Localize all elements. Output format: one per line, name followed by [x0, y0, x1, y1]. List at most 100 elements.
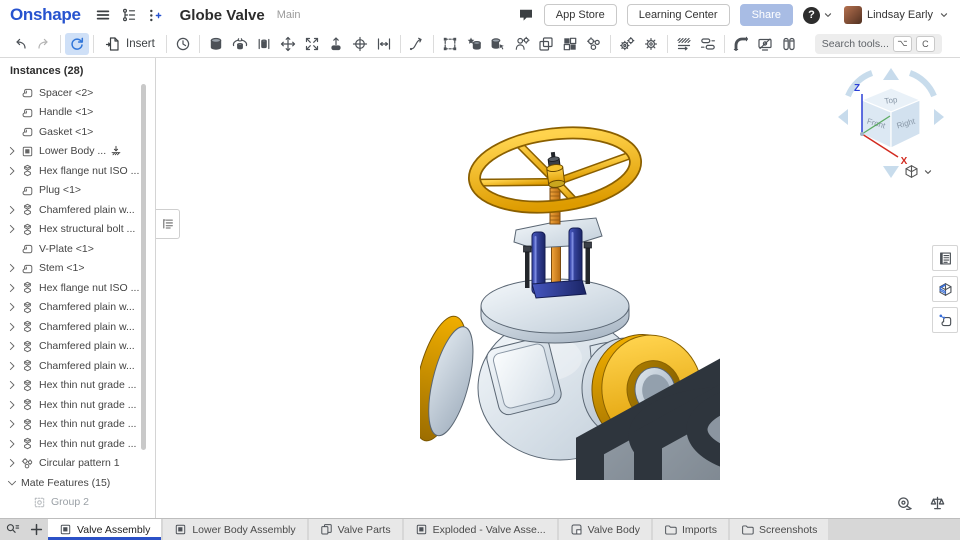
bom-panel-button[interactable] — [932, 245, 958, 271]
chevron-down-icon[interactable] — [6, 477, 21, 489]
viewcube-arrow-down[interactable] — [883, 166, 899, 178]
chevron-right-icon[interactable] — [6, 223, 21, 235]
graphics-viewport[interactable]: Top Front Right Z X — [157, 58, 960, 518]
instance-row[interactable]: Spacer <2> — [0, 83, 155, 103]
toolbar-cylinder-button[interactable] — [204, 33, 228, 55]
toolbar-stack-button[interactable] — [534, 33, 558, 55]
instance-row[interactable]: Hex structural bolt ... — [0, 220, 155, 240]
tab-exploded-valve-asse[interactable]: Exploded - Valve Asse... — [404, 519, 557, 540]
toolbar-gear-pair-button[interactable] — [615, 33, 639, 55]
chevron-right-icon[interactable] — [6, 399, 21, 411]
toolbar-spring-button[interactable] — [672, 33, 696, 55]
add-tab-button[interactable] — [24, 519, 48, 540]
instance-row[interactable]: Hex flange nut ISO ... — [0, 161, 155, 181]
globe-valve-model[interactable] — [420, 100, 720, 480]
instance-row[interactable]: V-Plate <1> — [0, 239, 155, 259]
help-button[interactable]: ? — [803, 7, 820, 24]
toolbar-box-select-button[interactable] — [438, 33, 462, 55]
viewcube-arrow-left[interactable] — [838, 109, 848, 125]
search-tools-field[interactable]: Search tools... ⌥ C — [815, 34, 942, 54]
instance-row[interactable]: Circular pattern 1 — [0, 454, 155, 474]
toolbar-tube-button[interactable] — [729, 33, 753, 55]
toolbar-star-cylinder-button[interactable] — [462, 33, 486, 55]
instance-row[interactable]: Handle <1> — [0, 103, 155, 123]
chevron-right-icon[interactable] — [6, 204, 21, 216]
instance-row[interactable]: Chamfered plain w... — [0, 200, 155, 220]
instance-row[interactable]: Gasket <1> — [0, 122, 155, 142]
chevron-right-icon[interactable] — [6, 321, 21, 333]
chevron-right-icon[interactable] — [6, 340, 21, 352]
handwheel[interactable] — [470, 124, 640, 215]
scales-button[interactable] — [929, 495, 946, 512]
cube-grid-panel-button[interactable] — [932, 276, 958, 302]
toolbar-curve-button[interactable] — [405, 33, 429, 55]
chevron-right-icon[interactable] — [6, 360, 21, 372]
insert-button[interactable]: Insert — [98, 33, 162, 55]
chevron-right-icon[interactable] — [6, 301, 21, 313]
hamburger-menu-icon[interactable] — [95, 7, 111, 23]
instance-row[interactable]: Hex thin nut grade ... — [0, 415, 155, 435]
tree-panel-toggle[interactable] — [156, 209, 180, 239]
instance-row[interactable]: Hex thin nut grade ... — [0, 434, 155, 454]
tab-valve-body[interactable]: Valve Body — [559, 519, 651, 540]
help-caret-icon[interactable] — [822, 9, 834, 21]
app-store-button[interactable]: App Store — [544, 4, 617, 26]
tab-manager-button[interactable] — [0, 519, 24, 540]
workspace-name[interactable]: Main — [277, 9, 301, 21]
document-title[interactable]: Globe Valve — [180, 7, 265, 24]
chevron-right-icon[interactable] — [6, 145, 21, 157]
toolbar-width-button[interactable] — [372, 33, 396, 55]
toolbar-display-button[interactable] — [753, 33, 777, 55]
chevron-right-icon[interactable] — [6, 379, 21, 391]
onshape-logo[interactable]: Onshape — [10, 5, 81, 25]
part-connector-panel-button[interactable] — [932, 307, 958, 333]
share-button[interactable]: Share — [740, 4, 793, 26]
instance-row[interactable]: Stem <1> — [0, 259, 155, 279]
toolbar-target-button[interactable] — [348, 33, 372, 55]
chevron-right-icon[interactable] — [6, 282, 21, 294]
toolbar-gear-star-button[interactable] — [639, 33, 663, 55]
versions-icon[interactable] — [121, 7, 137, 23]
instance-row[interactable]: Chamfered plain w... — [0, 356, 155, 376]
toolbar-pin-cylinder-button[interactable] — [252, 33, 276, 55]
user-avatar[interactable] — [844, 6, 862, 24]
view-options-menu[interactable] — [904, 164, 934, 179]
toolbar-cursor-cylinder-button[interactable] — [486, 33, 510, 55]
toolbar-rotate-cylinder-button[interactable] — [228, 33, 252, 55]
branch-plus-icon[interactable] — [147, 8, 162, 23]
sidebar-scrollbar[interactable] — [141, 84, 146, 450]
sync-button[interactable] — [65, 33, 89, 55]
chevron-right-icon[interactable] — [6, 438, 21, 450]
tab-lower-body-assembly[interactable]: Lower Body Assembly — [163, 519, 306, 540]
tab-screenshots[interactable]: Screenshots — [730, 519, 828, 540]
toolbar-columns-button[interactable] — [777, 33, 801, 55]
toolbar-person-gear-button[interactable] — [510, 33, 534, 55]
instance-row[interactable]: Chamfered plain w... — [0, 317, 155, 337]
instance-row[interactable]: Hex flange nut ISO ... — [0, 278, 155, 298]
instance-row[interactable]: Plug <1> — [0, 181, 155, 201]
chevron-right-icon[interactable] — [6, 262, 21, 274]
tab-valve-assembly[interactable]: Valve Assembly — [48, 519, 161, 540]
instance-row[interactable]: Lower Body ... — [0, 142, 155, 162]
undo-button[interactable] — [8, 33, 32, 55]
comment-icon[interactable] — [518, 7, 534, 23]
user-name[interactable]: Lindsay Early — [867, 9, 933, 21]
toolbar-push-button[interactable] — [324, 33, 348, 55]
toolbar-move-button[interactable] — [276, 33, 300, 55]
toolbar-grid-button[interactable] — [558, 33, 582, 55]
user-menu-caret-icon[interactable] — [938, 9, 950, 21]
chevron-right-icon[interactable] — [6, 457, 21, 469]
tab-imports[interactable]: Imports — [653, 519, 728, 540]
viewcube-arrow-up[interactable] — [883, 68, 899, 80]
tape-measure-button[interactable] — [896, 495, 913, 512]
toolbar-swap-button[interactable] — [696, 33, 720, 55]
instance-row[interactable]: Chamfered plain w... — [0, 298, 155, 318]
redo-button[interactable] — [32, 33, 56, 55]
viewcube-arrow-right[interactable] — [934, 109, 944, 125]
toolbar-expand-button[interactable] — [300, 33, 324, 55]
view-cube[interactable]: Top Front Right Z X — [832, 60, 952, 185]
chevron-right-icon[interactable] — [6, 418, 21, 430]
mate-features-section[interactable]: Mate Features (15) — [0, 473, 155, 493]
toolbar-gears-button[interactable] — [582, 33, 606, 55]
learning-center-button[interactable]: Learning Center — [627, 4, 730, 26]
